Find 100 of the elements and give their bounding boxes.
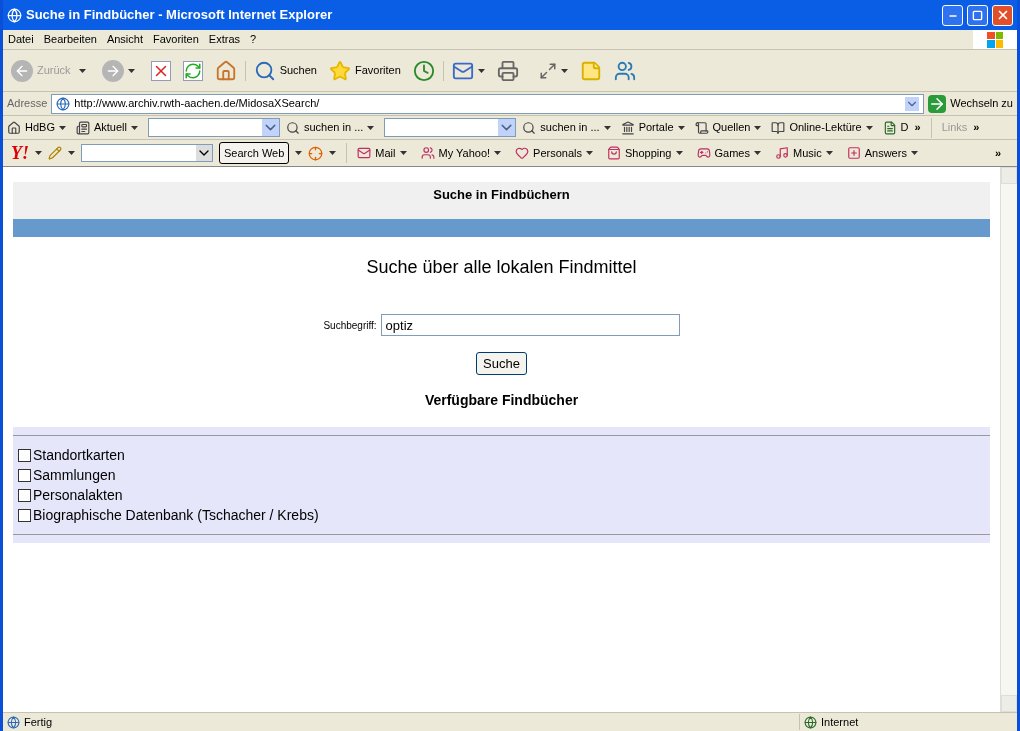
chevron-button[interactable]: » — [914, 119, 921, 136]
pencil-icon[interactable] — [48, 146, 62, 160]
search-button[interactable]: Suchen — [253, 59, 317, 82]
caret-icon[interactable] — [865, 125, 873, 130]
page-icon — [56, 96, 71, 111]
favorites-button[interactable]: Favoriten — [328, 59, 401, 82]
yahoo-toolbar-button[interactable]: Mail — [357, 144, 415, 162]
printer-icon[interactable] — [496, 59, 519, 82]
dropdown-icon[interactable] — [196, 145, 212, 161]
search-icon — [286, 120, 300, 135]
go-button[interactable]: Wechseln zu — [928, 94, 1013, 113]
toolbar-button[interactable]: Aktuell — [75, 119, 142, 136]
caret-icon[interactable] — [131, 125, 138, 130]
home-icon[interactable] — [214, 59, 237, 82]
search-input[interactable]: optiz — [380, 314, 680, 336]
toolbar-button[interactable]: suchen in ... — [522, 119, 615, 136]
caret-icon[interactable] — [825, 151, 833, 155]
address-field[interactable]: http://www.archiv.rwth-aachen.de/MidosaXSearch/ — [51, 93, 925, 114]
caret-icon[interactable] — [753, 151, 761, 155]
caret-icon[interactable] — [477, 68, 485, 73]
menu-item[interactable]: ? — [245, 31, 262, 48]
stop-icon[interactable] — [150, 60, 171, 81]
toolbar-button[interactable]: Portale — [620, 119, 689, 136]
chevron-button[interactable]: » — [973, 119, 980, 136]
yahoo-toolbar-button[interactable]: Personals — [515, 144, 601, 162]
maximize-button[interactable] — [967, 4, 988, 26]
menu-item[interactable]: Extras — [203, 31, 246, 48]
section-title: Verfügbare Findbücher — [423, 391, 580, 410]
search-combo-field[interactable] — [384, 118, 517, 137]
music-icon — [774, 146, 789, 160]
refresh-icon[interactable] — [182, 60, 203, 81]
search-icon — [522, 120, 537, 135]
zone-text: Internet — [821, 714, 859, 730]
toolbar-button[interactable]: suchen in ... — [286, 119, 379, 136]
findbuch-checkbox[interactable]: Standortkarten — [13, 445, 990, 465]
menu-item[interactable]: Favoriten — [148, 31, 204, 48]
yahoo-toolbar-button[interactable]: Music — [774, 144, 841, 162]
chevron-button[interactable]: » — [994, 144, 1001, 162]
search-web-button[interactable]: Search Web — [219, 142, 290, 164]
newspaper-icon — [75, 120, 90, 135]
caret-icon[interactable] — [35, 151, 42, 155]
star-icon — [328, 59, 351, 82]
caret-icon[interactable] — [494, 151, 502, 155]
heart-icon — [515, 146, 530, 160]
caret-icon[interactable] — [78, 68, 86, 73]
search-label: Suchbegriff: — [323, 318, 377, 333]
page-header-title: Suche in Findbüchern — [433, 186, 570, 204]
status-text: Fertig — [24, 714, 54, 730]
toolbar-button[interactable]: Quellen — [694, 119, 766, 136]
caret-icon[interactable] — [329, 151, 337, 155]
caret-icon[interactable] — [675, 151, 683, 155]
yahoo-search-field[interactable] — [81, 144, 213, 162]
yahoo-toolbar-button[interactable]: Games — [696, 144, 769, 162]
caret-icon[interactable] — [399, 151, 407, 155]
findbuch-checkbox[interactable]: Biographische Datenbank (Tschacher / Krebs) — [13, 505, 990, 525]
scroll-icon — [694, 120, 709, 135]
address-label: Adresse — [7, 96, 48, 112]
toolbar-button[interactable]: D — [882, 119, 909, 136]
plus-icon — [846, 146, 861, 160]
minimize-button[interactable] — [942, 4, 963, 26]
bag-icon — [607, 146, 621, 160]
mail-icon — [357, 146, 372, 160]
users-icon — [420, 146, 435, 160]
browser-icon — [7, 7, 22, 23]
toolbar-button[interactable]: Online-Lektüre — [771, 119, 877, 136]
toolbar-button[interactable]: HdBG — [7, 119, 70, 136]
yahoo-toolbar-button[interactable]: Answers — [846, 144, 926, 162]
window-title: Suche in Findbücher - Microsoft Internet Explorer — [26, 6, 334, 25]
menu-item[interactable]: Ansicht — [101, 31, 148, 48]
findbuch-checkbox[interactable]: Sammlungen — [13, 465, 990, 485]
globe-icon — [804, 715, 817, 729]
yahoo-toolbar-button[interactable]: Shopping — [607, 144, 691, 162]
caret-icon[interactable] — [127, 68, 135, 73]
caret-icon[interactable] — [68, 151, 75, 155]
yahoo-logo[interactable]: Y! — [11, 139, 29, 167]
history-icon[interactable] — [412, 59, 435, 82]
caret-icon[interactable] — [677, 125, 685, 130]
menu-item[interactable]: Datei — [3, 31, 39, 48]
fullscreen-icon[interactable] — [538, 61, 557, 80]
caret-icon[interactable] — [586, 151, 593, 155]
page-icon — [7, 715, 20, 729]
caret-icon[interactable] — [754, 125, 762, 130]
caret-icon[interactable] — [560, 68, 568, 73]
search-combo-field[interactable] — [148, 118, 280, 137]
menu-item[interactable]: Bearbeiten — [38, 31, 102, 48]
yahoo-toolbar-button[interactable]: My Yahoo! — [420, 144, 510, 162]
book-icon — [771, 120, 786, 135]
crosshair-icon[interactable] — [308, 145, 324, 161]
search-submit-button[interactable]: Suche — [476, 352, 527, 375]
caret-icon[interactable] — [367, 125, 375, 130]
findbuch-checkbox[interactable]: Personalakten — [13, 485, 990, 505]
house-icon — [7, 120, 21, 135]
caret-icon[interactable] — [58, 125, 66, 130]
maximize-icon — [972, 9, 983, 21]
messenger-icon[interactable] — [613, 59, 636, 82]
close-button[interactable] — [992, 4, 1013, 26]
caret-icon[interactable] — [910, 151, 918, 155]
caret-icon[interactable] — [603, 125, 611, 130]
scrollbar[interactable] — [1000, 167, 1017, 712]
caret-icon[interactable] — [295, 151, 303, 155]
